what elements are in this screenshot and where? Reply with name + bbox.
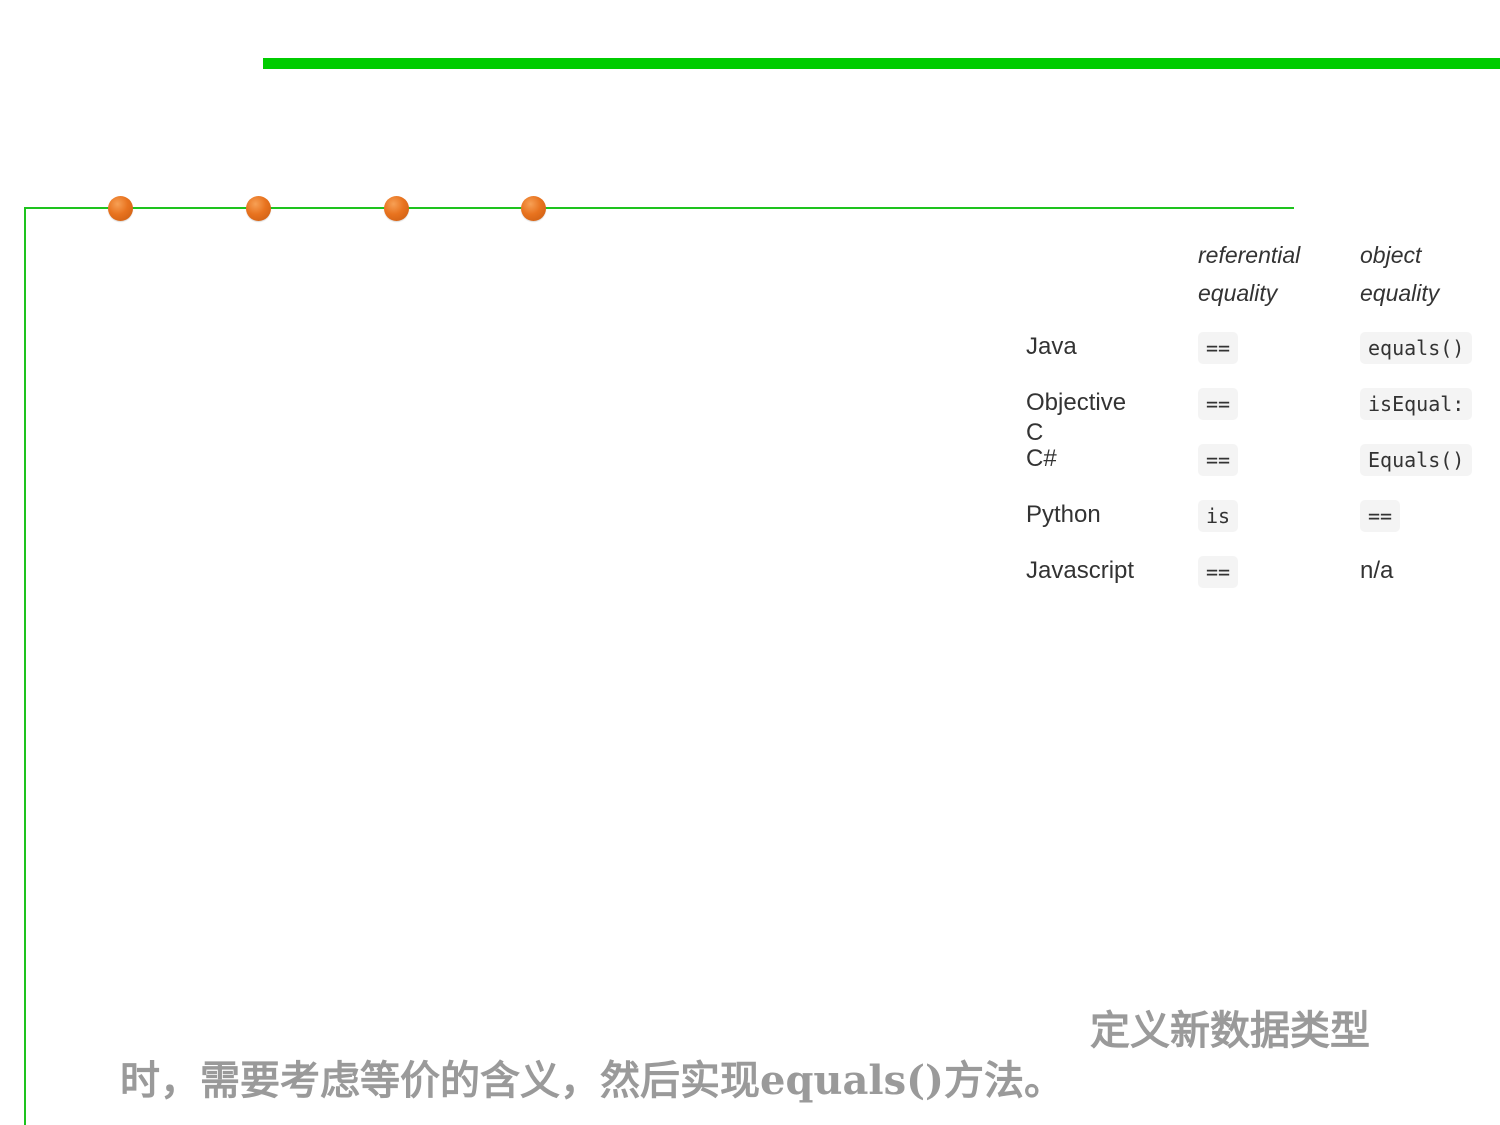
row-ref-objective-c: == [1198, 388, 1239, 420]
row-obj-objective-c: isEqual: [1360, 388, 1473, 420]
caption-line-1: 定义新数据类型 [1090, 1007, 1370, 1054]
row-lang-java: Java [1026, 333, 1077, 360]
top-accent-bar [263, 58, 1500, 69]
header-object-line2: equality [1360, 280, 1440, 306]
row-obj-java: equals() [1360, 332, 1473, 364]
row-lang-objective-c: Objective C [1026, 389, 1127, 446]
row-lang-python: Python [1026, 501, 1101, 528]
row-ref-java: == [1198, 332, 1239, 364]
frame-left-line [24, 207, 26, 1125]
header-referential: referential [1198, 242, 1301, 268]
bullet-dot-3 [384, 196, 409, 221]
header-referential-line2: equality [1198, 280, 1278, 306]
row-lang-csharp: C# [1026, 445, 1057, 472]
caption-line-2: 时，需要考虑等价的含义，然后实现equals()方法。 [120, 1057, 1064, 1104]
row-obj-csharp: Equals() [1360, 444, 1473, 476]
bullet-dot-2 [246, 196, 271, 221]
row-ref-javascript: == [1198, 556, 1239, 588]
row-obj-python: == [1360, 500, 1401, 532]
bullet-dot-4 [521, 196, 546, 221]
row-obj-javascript: n/a [1360, 557, 1394, 584]
row-ref-csharp: == [1198, 444, 1239, 476]
row-ref-python: is [1198, 500, 1239, 532]
row-lang-javascript: Javascript [1026, 557, 1135, 584]
bullet-dot-1 [108, 196, 133, 221]
header-object: object [1360, 242, 1422, 268]
frame-top-line [24, 207, 1294, 209]
